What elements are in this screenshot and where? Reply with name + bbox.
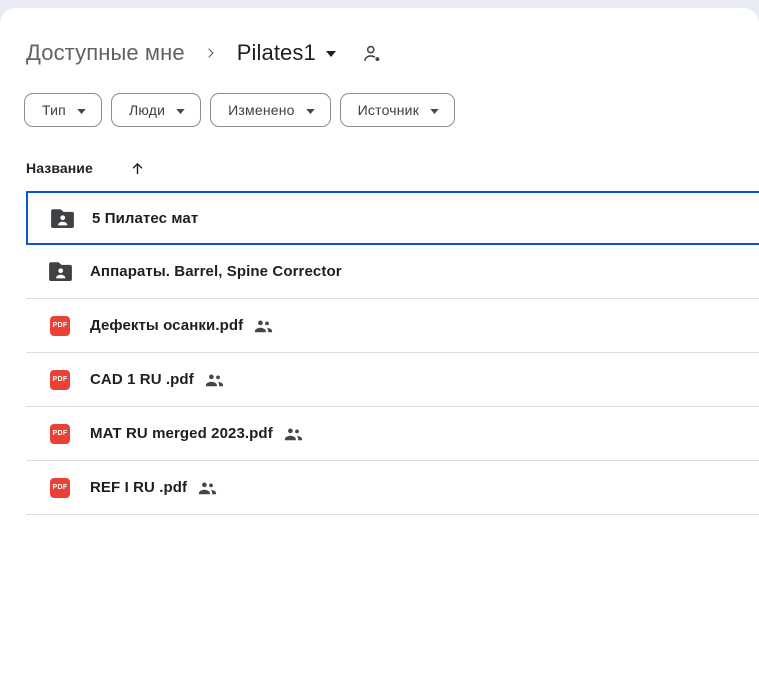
- filter-chip-modified-label: Изменено: [228, 102, 295, 118]
- pdf-badge: PDF: [50, 478, 70, 498]
- group-icon: [205, 373, 224, 387]
- dropdown-triangle-icon: [430, 101, 439, 119]
- filter-chip-source[interactable]: Источник: [340, 93, 455, 127]
- pdf-icon: PDF: [48, 316, 72, 336]
- name-column-header: Название: [26, 160, 93, 176]
- file-row[interactable]: PDF REF I RU .pdf: [26, 461, 759, 515]
- pdf-badge: PDF: [50, 316, 70, 336]
- pdf-icon: PDF: [48, 478, 72, 498]
- filter-chip-type-label: Тип: [42, 102, 66, 118]
- file-name: Дефекты осанки.pdf: [90, 317, 243, 334]
- breadcrumb-current-folder-menu[interactable]: Pilates1: [237, 40, 336, 66]
- pdf-badge: PDF: [50, 424, 70, 444]
- breadcrumb-shared-with-me-link[interactable]: Доступные мне: [26, 40, 185, 66]
- shared-folder-icon: [50, 209, 74, 228]
- filter-chip-type[interactable]: Тип: [24, 93, 102, 127]
- folder-row[interactable]: Аппараты. Barrel, Spine Corrector: [26, 245, 759, 299]
- group-icon: [254, 319, 273, 333]
- group-icon: [284, 427, 303, 441]
- file-list: 5 Пилатес мат Аппараты. Barrel, Spine Co…: [26, 191, 759, 515]
- file-name: CAD 1 RU .pdf: [90, 371, 194, 388]
- dropdown-triangle-icon: [77, 101, 86, 119]
- dropdown-triangle-icon: [176, 101, 185, 119]
- folder-name: 5 Пилатес мат: [92, 210, 198, 227]
- filter-chip-people[interactable]: Люди: [111, 93, 201, 127]
- shared-folder-icon: [48, 262, 72, 281]
- file-row[interactable]: PDF CAD 1 RU .pdf: [26, 353, 759, 407]
- drive-content-panel: Доступные мне Pilates1 Тип Люди: [0, 8, 759, 683]
- filter-chip-people-label: Люди: [129, 102, 165, 118]
- filter-chip-source-label: Источник: [358, 102, 419, 118]
- sort-by-name-header[interactable]: Название: [26, 158, 759, 178]
- breadcrumb-current-folder: Pilates1: [237, 40, 316, 66]
- file-name: REF I RU .pdf: [90, 479, 187, 496]
- pdf-badge: PDF: [50, 370, 70, 390]
- arrow-up-icon: [129, 160, 146, 177]
- file-row[interactable]: PDF Дефекты осанки.pdf: [26, 299, 759, 353]
- filter-chip-modified[interactable]: Изменено: [210, 93, 331, 127]
- folder-name: Аппараты. Barrel, Spine Corrector: [90, 263, 342, 280]
- group-icon: [198, 481, 217, 495]
- breadcrumb: Доступные мне Pilates1: [0, 8, 759, 66]
- folder-row[interactable]: 5 Пилатес мат: [26, 191, 759, 245]
- file-name: MAT RU merged 2023.pdf: [90, 425, 273, 442]
- dropdown-triangle-icon: [306, 101, 315, 119]
- file-row[interactable]: PDF MAT RU merged 2023.pdf: [26, 407, 759, 461]
- folder-shared-people-icon[interactable]: [362, 43, 383, 64]
- pdf-icon: PDF: [48, 370, 72, 390]
- pdf-icon: PDF: [48, 424, 72, 444]
- chevron-right-icon: [203, 45, 219, 61]
- filter-chip-bar: Тип Люди Изменено Источник: [24, 93, 759, 127]
- dropdown-triangle-icon: [326, 44, 336, 62]
